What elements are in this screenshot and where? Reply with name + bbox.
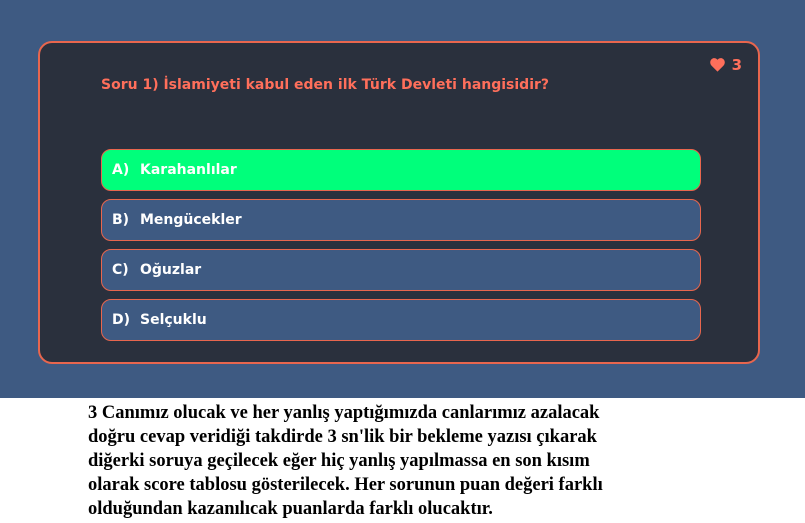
answer-letter: D)	[112, 312, 131, 328]
note-line: olduğundan kazanılıcak puanlarda farklı …	[88, 499, 493, 519]
answer-option-b[interactable]: B) Mengücekler	[101, 199, 701, 241]
answer-option-c[interactable]: C) Oğuzlar	[101, 249, 701, 291]
answer-option-a[interactable]: A) Karahanlılar	[101, 149, 701, 191]
note-line: diğerki soruya geçilecek eğer hiç yanlış…	[88, 451, 590, 471]
answer-label: Oğuzlar	[140, 262, 202, 278]
note-line: doğru cevap veridiği takdirde 3 sn'lik b…	[88, 427, 597, 447]
answer-option-d[interactable]: D) Selçuklu	[101, 299, 701, 341]
heart-icon	[709, 58, 725, 72]
description-note: 3 Canımız olucak ve her yanlış yaptığımı…	[88, 401, 688, 521]
question-text: Soru 1) İslamiyeti kabul eden ilk Türk D…	[101, 77, 550, 93]
game-background: 3 Soru 1) İslamiyeti kabul eden ilk Türk…	[0, 0, 805, 398]
lives-counter: 3	[709, 56, 742, 74]
note-line: olarak score tablosu gösterilecek. Her s…	[88, 475, 603, 495]
answer-label: Selçuklu	[140, 312, 207, 328]
answer-letter: A)	[112, 162, 130, 178]
answer-label: Mengücekler	[140, 212, 242, 228]
answer-list: A) Karahanlılar B) Mengücekler C) Oğuzla…	[101, 149, 701, 349]
note-line: 3 Canımız olucak ve her yanlış yaptığımı…	[88, 403, 600, 423]
answer-label: Karahanlılar	[140, 162, 237, 178]
answer-letter: C)	[112, 262, 129, 278]
answer-letter: B)	[112, 212, 130, 228]
quiz-card: 3 Soru 1) İslamiyeti kabul eden ilk Türk…	[38, 41, 760, 364]
lives-count: 3	[731, 56, 742, 74]
